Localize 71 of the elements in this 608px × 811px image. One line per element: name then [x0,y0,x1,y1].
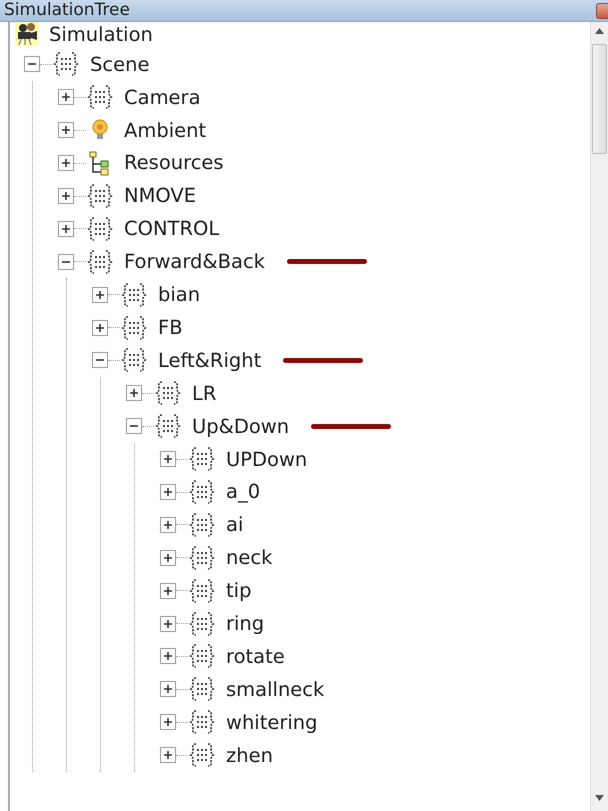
node-icon [188,544,216,571]
camera-icon [15,22,39,48]
collapse-toggle[interactable] [92,352,108,368]
expand-toggle[interactable] [160,582,176,599]
expand-toggle[interactable] [160,648,176,664]
tree-item[interactable]: FB [156,312,185,342]
tree-item[interactable]: Ambient [122,116,208,145]
expand-toggle[interactable] [160,714,176,730]
node-icon [188,709,216,736]
node-icon [188,676,216,702]
panel-title: SimulationTree [4,0,130,22]
tree-item[interactable]: ai [224,510,246,540]
node-icon [188,446,216,472]
expand-toggle[interactable] [160,747,176,764]
tree-item[interactable]: NMOVE [122,181,198,211]
expand-toggle[interactable] [58,188,74,204]
tree-item[interactable]: a_0 [224,477,262,507]
expand-toggle[interactable] [58,122,74,138]
node-icon [120,282,148,308]
node-icon [52,51,80,78]
expand-toggle[interactable] [160,451,176,468]
tree-item[interactable]: LR [190,378,218,408]
expand-toggle[interactable] [58,155,74,172]
tree-item[interactable]: ring [224,608,266,638]
tree-item[interactable]: Scene [88,50,152,80]
scroll-up-icon[interactable] [595,28,604,34]
node-icon [188,512,216,538]
collapse-toggle[interactable] [58,254,74,270]
tree-item[interactable]: Left&Right [156,346,264,376]
node-icon [86,248,114,275]
node-icon [86,84,114,110]
expand-toggle[interactable] [160,616,176,632]
node-icon [154,413,182,440]
scrollbar[interactable] [590,22,608,811]
node-icon [188,742,216,768]
expand-toggle[interactable] [58,89,74,106]
expand-toggle[interactable] [160,516,176,533]
node-icon [188,479,216,506]
tree-item[interactable]: whitering [224,708,320,737]
expand-toggle[interactable] [160,484,176,500]
scroll-down-icon[interactable] [595,795,604,801]
expand-toggle[interactable] [92,320,108,336]
tree-item[interactable]: Up&Down [190,412,292,441]
collapse-toggle[interactable] [126,418,142,434]
expand-toggle[interactable] [126,385,142,402]
tree-item[interactable]: neck [224,543,274,572]
node-icon [120,347,148,374]
node-icon [86,216,114,242]
tree-item[interactable]: Simulation [47,22,155,50]
node-icon [188,578,216,604]
tree-item[interactable]: UPDown [224,444,310,474]
node-icon [154,380,182,406]
tree-item[interactable]: Camera [122,82,203,112]
scroll-thumb[interactable] [592,44,607,154]
tree-item[interactable]: tip [224,576,254,606]
expand-toggle[interactable] [160,550,176,566]
expand-toggle[interactable] [92,286,108,303]
tree-item[interactable]: zhen [224,740,275,770]
tree-item[interactable]: smallneck [224,674,326,704]
tree-item[interactable]: bian [156,280,202,310]
tree-item[interactable]: rotate [224,642,287,672]
collapse-toggle[interactable] [24,56,40,72]
node-icon [188,610,216,637]
node-icon [188,643,216,670]
tree-item[interactable]: Forward&Back [122,247,267,276]
tree-item[interactable]: Resources [122,148,226,178]
tree-item[interactable]: CONTROL [122,214,222,244]
node-icon [86,183,114,209]
expand-toggle[interactable] [160,681,176,698]
node-icon [120,314,148,341]
expand-toggle[interactable] [58,220,74,237]
